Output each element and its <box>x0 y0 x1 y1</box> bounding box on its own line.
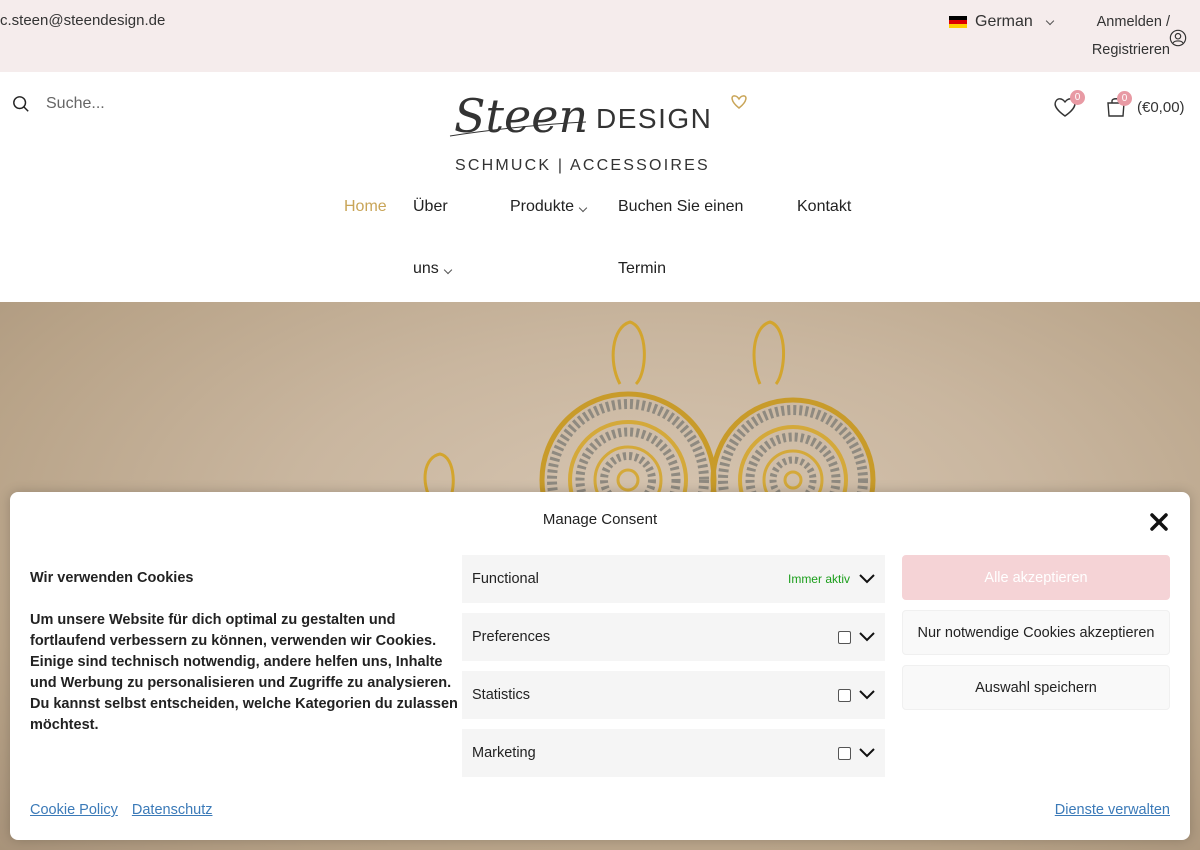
logo-tagline: SCHMUCK | ACCESSOIRES <box>455 157 710 174</box>
chevron-down-icon[interactable] <box>858 687 876 701</box>
always-active-badge: Immer aktiv <box>787 572 850 586</box>
chevron-down-icon[interactable] <box>858 629 876 643</box>
category-marketing[interactable]: Marketing <box>462 729 885 777</box>
cookie-consent-dialog: Manage Consent Wir verwenden Cookies Um … <box>10 492 1190 840</box>
nav-home[interactable]: Home <box>344 176 387 238</box>
nav-products[interactable]: Produkte <box>510 176 588 238</box>
cookie-policy-link[interactable]: Cookie Policy <box>30 802 118 818</box>
consent-text: Um unsere Website für dich optimal zu ge… <box>30 612 458 733</box>
nav-booking-line1[interactable]: Buchen Sie einen <box>618 176 743 238</box>
consent-heading: Wir verwenden Cookies <box>30 570 194 586</box>
language-label: German <box>975 13 1033 30</box>
cart-count-badge: 0 <box>1117 91 1132 106</box>
accept-all-button[interactable]: Alle akzeptieren <box>902 555 1170 600</box>
user-icon[interactable] <box>1169 29 1187 47</box>
consent-title: Manage Consent <box>542 511 658 528</box>
nav-contact[interactable]: Kontakt <box>797 176 851 238</box>
manage-services: Dienste verwalten <box>1055 802 1170 818</box>
statistics-checkbox[interactable] <box>838 689 851 702</box>
save-selection-button[interactable]: Auswahl speichern <box>902 665 1170 710</box>
cart-total[interactable]: (€0,00) <box>1137 99 1185 116</box>
consent-footer-links: Cookie Policy Datenschutz <box>30 802 222 818</box>
manage-services-link[interactable]: Dienste verwalten <box>1055 802 1170 818</box>
login-label: Anmelden / <box>1096 14 1170 30</box>
nav-products-label: Produkte <box>510 198 575 215</box>
category-name: Functional <box>472 571 539 587</box>
category-name: Preferences <box>472 629 551 645</box>
category-statistics[interactable]: Statistics <box>462 671 885 719</box>
category-name: Statistics <box>472 687 531 703</box>
german-flag-icon <box>949 16 967 28</box>
chevron-down-icon[interactable] <box>858 745 876 759</box>
consent-categories: Functional Immer aktiv Preferences Stati… <box>462 555 885 787</box>
nav-booking-line2[interactable]: Termin <box>618 238 666 300</box>
top-bar: c.steen@steendesign.de German Anmelden /… <box>0 0 1200 72</box>
nav-about-line2[interactable]: uns <box>413 238 453 300</box>
category-name: Marketing <box>472 745 536 761</box>
login-register-link[interactable]: Anmelden / Registrieren <box>1076 8 1170 64</box>
site-logo[interactable]: Steen DESIGN SCHMUCK | ACCESSOIRES <box>448 86 748 178</box>
consent-buttons: Alle akzeptieren Nur notwendige Cookies … <box>902 555 1170 720</box>
register-label: Registrieren <box>1091 42 1170 58</box>
contact-email[interactable]: c.steen@steendesign.de <box>0 12 165 29</box>
chevron-down-icon <box>1045 16 1055 25</box>
language-switcher[interactable]: German <box>949 13 1055 31</box>
chevron-down-icon[interactable] <box>858 571 876 585</box>
logo-script-text: Steen <box>454 89 588 143</box>
wishlist-count-badge: 0 <box>1070 90 1085 105</box>
search-icon[interactable] <box>12 95 30 113</box>
privacy-link[interactable]: Datenschutz <box>132 802 213 818</box>
logo-heart-icon <box>731 95 747 109</box>
nav-about-line1[interactable]: Über <box>413 176 448 238</box>
chevron-down-icon <box>578 203 588 213</box>
chevron-down-icon <box>443 265 453 275</box>
nav-about-label: uns <box>413 260 439 277</box>
preferences-checkbox[interactable] <box>838 631 851 644</box>
logo-word-text: DESIGN <box>596 103 712 134</box>
marketing-checkbox[interactable] <box>838 747 851 760</box>
accept-necessary-button[interactable]: Nur notwendige Cookies akzeptieren <box>902 610 1170 655</box>
category-preferences[interactable]: Preferences <box>462 613 885 661</box>
category-functional[interactable]: Functional Immer aktiv <box>462 555 885 603</box>
close-icon[interactable] <box>1148 511 1170 533</box>
search-bar <box>12 95 246 113</box>
search-input[interactable] <box>46 95 246 113</box>
